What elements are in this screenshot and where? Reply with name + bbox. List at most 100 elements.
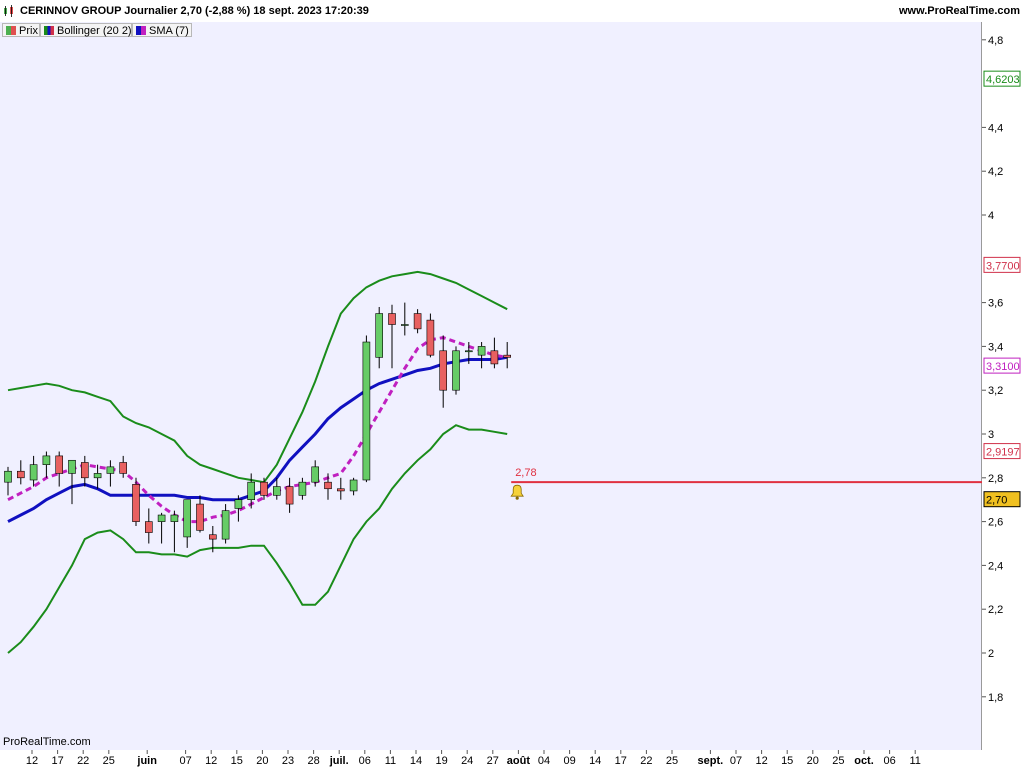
x-tick-label: 22 (640, 755, 652, 767)
x-tick-label: 15 (231, 755, 243, 767)
x-tick-label: 14 (410, 755, 422, 767)
x-tick-label: 28 (307, 755, 319, 767)
candle (400, 324, 409, 326)
candle (183, 499, 191, 538)
candle (311, 466, 320, 483)
y-tick-label: 3,6 (988, 298, 1003, 310)
candle (426, 319, 435, 356)
x-tick-label: 20 (807, 755, 819, 767)
value-box-label: 2,9197 (986, 447, 1020, 459)
x-tick-label: 07 (730, 755, 742, 767)
price-chart[interactable]: 4,8 4,4 4,2 4 3,6 3,4 3,2 3 2,8 2,6 2,4 2,2 2 1,8 12 17… (0, 0, 1024, 768)
candle (285, 486, 294, 505)
value-box-label: 3,3100 (986, 361, 1020, 373)
y-tick-label: 3,4 (988, 341, 1003, 353)
y-tick-label: 3,2 (988, 385, 1003, 397)
candle (375, 313, 384, 358)
candle (464, 350, 473, 353)
x-tick-label: 20 (256, 755, 268, 767)
footer-brand: ProRealTime.com (3, 736, 91, 748)
y-tick-label: 3 (988, 429, 994, 441)
x-tick-label: sept. (698, 755, 724, 767)
x-tick-label: 04 (538, 755, 550, 767)
candle (439, 350, 448, 391)
y-tick-label: 4 (988, 210, 994, 222)
y-tick-label: 2 (988, 648, 994, 660)
candle (477, 346, 486, 356)
candle (106, 466, 115, 474)
candle (93, 473, 102, 479)
candle (81, 462, 89, 479)
candle (157, 514, 166, 522)
candle (298, 481, 307, 496)
x-tick-label: 24 (461, 755, 473, 767)
candle (55, 455, 64, 474)
x-tick-label: 14 (589, 755, 601, 767)
x-tick-label: 23 (282, 755, 294, 767)
candle (145, 521, 153, 533)
x-tick-label: 09 (563, 755, 575, 767)
x-tick-label: juil. (329, 755, 349, 767)
x-tick-label: 06 (359, 755, 371, 767)
candle (260, 481, 268, 496)
candle (196, 503, 204, 531)
y-tick-label: 2,8 (988, 473, 1003, 485)
last-price-label: 2,78 (515, 467, 536, 479)
bell-alert-icon[interactable] (510, 484, 524, 500)
y-tick-label: 2,4 (988, 560, 1003, 572)
x-tick-label: 07 (179, 755, 191, 767)
x-tick-label: août (507, 755, 531, 767)
x-tick-label: 25 (103, 755, 115, 767)
bollinger-middle-line (7, 355, 508, 523)
candle (388, 313, 396, 325)
x-tick-label: 27 (487, 755, 499, 767)
bollinger-lower-line (7, 424, 508, 654)
x-tick-label: 11 (909, 755, 920, 767)
y-tick-label: 1,8 (988, 692, 1003, 704)
candle (336, 488, 345, 492)
candle (29, 464, 38, 481)
candle (119, 462, 127, 474)
x-tick-label: 06 (883, 755, 895, 767)
x-tick-label: 17 (615, 755, 627, 767)
candle (4, 470, 12, 483)
candle (42, 455, 51, 465)
candle (324, 481, 332, 490)
candle (16, 470, 25, 479)
candle (503, 354, 512, 358)
x-tick-label: 22 (77, 755, 89, 767)
value-box-label: 3,7700 (986, 260, 1020, 272)
candle (272, 486, 281, 496)
x-tick-label: 15 (781, 755, 793, 767)
candle (362, 341, 371, 481)
x-tick-label: 12 (205, 755, 217, 767)
x-tick-label: 25 (666, 755, 678, 767)
x-tick-label: oct. (854, 755, 874, 767)
x-tick-label: 12 (26, 755, 38, 767)
candle (413, 313, 422, 330)
x-tick-label: 12 (755, 755, 767, 767)
candle (170, 514, 179, 522)
y-tick-label: 4,8 (988, 35, 1003, 47)
candle (490, 350, 499, 365)
x-tick-label: juin (136, 755, 157, 767)
value-box-label: 2,70 (986, 495, 1007, 507)
x-tick-label: 19 (435, 755, 447, 767)
value-box-label: 4,6203 (986, 74, 1020, 86)
bollinger-upper-line (7, 270, 508, 484)
y-tick-label: 2,6 (988, 517, 1003, 529)
candle (68, 459, 76, 474)
candle (234, 499, 243, 509)
x-tick-label: 25 (832, 755, 844, 767)
candle (349, 479, 358, 492)
y-tick-label: 2,2 (988, 604, 1003, 616)
y-tick-label: 4,4 (988, 122, 1003, 134)
candle (247, 481, 255, 500)
y-tick-label: 4,2 (988, 166, 1003, 178)
x-tick-label: 17 (51, 755, 63, 767)
candle (221, 510, 230, 540)
candle (132, 484, 140, 522)
x-tick-label: 11 (385, 755, 396, 767)
candle (209, 534, 217, 540)
candle (452, 350, 460, 391)
